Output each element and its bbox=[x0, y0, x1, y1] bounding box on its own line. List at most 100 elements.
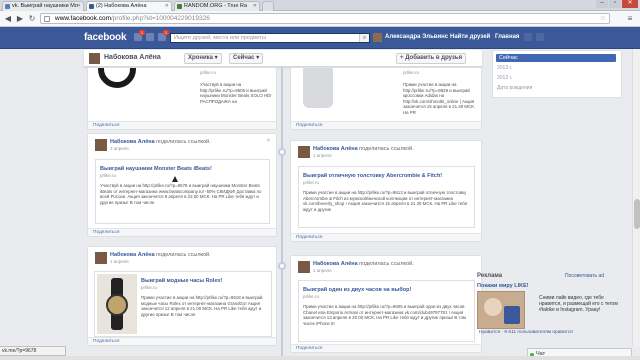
tab-label: vk. Выиграй наушники Мо bbox=[12, 3, 78, 9]
post-footer: Поделиться bbox=[88, 337, 276, 345]
privacy-icon[interactable] bbox=[524, 33, 532, 41]
close-icon[interactable]: ✕ bbox=[266, 137, 271, 144]
post-footer: Поделиться bbox=[88, 228, 276, 236]
ads-create-link[interactable]: Посоветовать ad bbox=[565, 273, 604, 279]
link-attachment[interactable]: Выиграй один из двух часов на выбор! prl… bbox=[298, 280, 475, 342]
minimize-icon[interactable]: – bbox=[596, 0, 608, 8]
post-footer: Поделиться bbox=[291, 121, 481, 129]
add-friend-icon: + bbox=[400, 55, 404, 61]
link-attachment[interactable]: Выиграй наушники Monster Beats iBeats! p… bbox=[95, 159, 270, 224]
url-host: www.facebook.com bbox=[55, 15, 111, 22]
browser-tab-random[interactable]: RANDOM.ORG - True Ra ✕ bbox=[174, 1, 260, 11]
post-author[interactable]: Набокова Алёна bbox=[313, 261, 358, 267]
timeline-year-nav: Сейчас 2013 г. 2012 г. Дата рождения bbox=[492, 50, 622, 98]
share-link[interactable]: Поделиться bbox=[93, 230, 120, 235]
avatar[interactable] bbox=[298, 261, 310, 273]
link-title[interactable]: Выиграй отличную толстовку Abercrombie &… bbox=[303, 173, 442, 179]
browser-tab-bar: vk. Выиграй наушники Мо ✕ (2) Набокова А… bbox=[0, 0, 640, 11]
timeline-sticky-header: Набокова Алёна Хроника ▾ Сейчас ▾ + Доба… bbox=[84, 50, 482, 67]
home-link[interactable]: Главная bbox=[495, 34, 519, 40]
browser-tab-facebook[interactable]: (2) Набокова Алёна ✕ bbox=[86, 1, 172, 11]
hoodie-image[interactable] bbox=[303, 68, 333, 108]
maximize-icon[interactable]: ▫ bbox=[609, 0, 621, 8]
link-description: Прими участие в акции на http://prlike.r… bbox=[403, 82, 475, 115]
ad-text: Сними лайк видео, где тебе нравится, и р… bbox=[539, 295, 618, 313]
timeline-dot bbox=[278, 262, 286, 270]
link-domain: prlike.ru bbox=[141, 285, 158, 290]
share-link[interactable]: Поделиться bbox=[296, 235, 323, 240]
reload-icon[interactable]: ↻ bbox=[27, 14, 37, 24]
close-icon[interactable]: ✕ bbox=[253, 2, 257, 11]
messages-icon[interactable] bbox=[146, 33, 154, 41]
avatar[interactable] bbox=[298, 146, 310, 158]
post-card: prlike.ru Участвуй в акции на http://prl… bbox=[87, 67, 277, 130]
ad-like-line[interactable]: Нравится · 9 611 пользователям нравится bbox=[479, 330, 573, 335]
vertical-scrollbar[interactable] bbox=[632, 49, 640, 346]
ad-title[interactable]: Покажи миру LIKE! bbox=[477, 283, 529, 289]
facebook-top-bar: facebook 1 1 Ищите друзей, места или пре… bbox=[0, 27, 640, 49]
timeline-dot bbox=[278, 148, 286, 156]
profile-name[interactable]: Набокова Алёна bbox=[104, 54, 161, 61]
link-domain: prlike.ru bbox=[403, 70, 420, 75]
add-friend-button[interactable]: + Добавить в друзья bbox=[396, 53, 467, 64]
share-link[interactable]: Поделиться bbox=[296, 123, 323, 128]
avatar[interactable] bbox=[95, 139, 107, 151]
avatar[interactable] bbox=[95, 252, 107, 264]
close-icon[interactable]: ✕ bbox=[165, 2, 169, 11]
mouse-cursor-icon bbox=[172, 176, 178, 182]
post-author[interactable]: Набокова Алёна bbox=[110, 139, 155, 145]
new-tab-button[interactable] bbox=[262, 1, 274, 11]
post-date[interactable]: 1 апреля bbox=[110, 259, 129, 264]
forward-icon[interactable]: ▶ bbox=[15, 14, 25, 24]
user-profile-link[interactable]: Александра Эльвинс bbox=[385, 34, 448, 40]
search-icon[interactable]: ⌕ bbox=[359, 34, 369, 42]
add-friend-label: Добавить в друзья bbox=[405, 55, 463, 61]
share-link[interactable]: Поделиться bbox=[93, 339, 120, 344]
horizontal-scrollbar[interactable] bbox=[0, 356, 640, 360]
post-author[interactable]: Набокова Алёна bbox=[110, 252, 155, 258]
post-date[interactable]: 3 апреля bbox=[110, 146, 129, 151]
scrollbar-thumb[interactable] bbox=[634, 199, 640, 229]
link-attachment[interactable]: Выиграй модные часы Rolex! prlike.ru При… bbox=[94, 271, 272, 337]
address-bar[interactable]: www.facebook.com/profile.php?id=10000422… bbox=[40, 13, 610, 24]
settings-icon[interactable] bbox=[536, 33, 544, 41]
chronicle-dropdown[interactable]: Хроника ▾ bbox=[184, 53, 222, 64]
post-author[interactable]: Набокова Алёна bbox=[313, 146, 358, 152]
search-placeholder: Ищите друзей, места или предметы bbox=[174, 35, 267, 41]
bookmark-star-icon[interactable]: ☆ bbox=[600, 14, 606, 24]
post-footer: Поделиться bbox=[291, 233, 481, 241]
year-nav-item[interactable]: 2013 г. bbox=[497, 65, 512, 71]
link-attachment[interactable]: Выиграй отличную толстовку Abercrombie &… bbox=[298, 166, 475, 228]
menu-icon[interactable]: ≡ bbox=[625, 14, 635, 24]
share-link[interactable]: Поделиться bbox=[296, 346, 323, 351]
back-icon[interactable]: ◀ bbox=[3, 14, 13, 24]
link-domain: prlike.ru bbox=[303, 294, 320, 299]
year-nav-now[interactable]: Сейчас bbox=[496, 54, 616, 62]
avatar[interactable] bbox=[373, 33, 382, 42]
ad-image[interactable] bbox=[477, 291, 525, 329]
chronicle-label: Хроника bbox=[188, 55, 213, 61]
close-window-icon[interactable]: ✕ bbox=[622, 0, 638, 8]
profile-thumbnail[interactable] bbox=[89, 53, 100, 64]
browser-tab-vk[interactable]: vk. Выиграй наушники Мо ✕ bbox=[2, 1, 84, 11]
now-label: Сейчас bbox=[233, 55, 255, 61]
headphones-image[interactable] bbox=[98, 68, 136, 88]
year-nav-item[interactable]: Дата рождения bbox=[497, 85, 532, 91]
share-link[interactable]: Поделиться bbox=[93, 123, 120, 128]
find-friends-link[interactable]: Найти друзей bbox=[450, 34, 490, 40]
notification-badge: 1 bbox=[163, 30, 169, 35]
now-dropdown[interactable]: Сейчас ▾ bbox=[229, 53, 264, 64]
year-nav-item[interactable]: 2012 г. bbox=[497, 75, 512, 81]
facebook-logo[interactable]: facebook bbox=[84, 32, 127, 43]
post-date[interactable]: 1 апреля bbox=[313, 268, 332, 273]
close-icon[interactable]: ✕ bbox=[77, 2, 81, 11]
watch-image[interactable] bbox=[97, 274, 137, 334]
link-title[interactable]: Выиграй один из двух часов на выбор! bbox=[303, 287, 411, 293]
post-action: поделилась ссылкой. bbox=[156, 252, 211, 258]
link-title[interactable]: Выиграй модные часы Rolex! bbox=[141, 278, 222, 284]
post-date[interactable]: 1 апреля bbox=[313, 153, 332, 158]
search-input[interactable]: Ищите друзей, места или предметы ⌕ bbox=[170, 33, 370, 43]
link-domain: prlike.ru bbox=[303, 180, 320, 185]
link-title[interactable]: Выиграй наушники Monster Beats iBeats! bbox=[100, 166, 212, 172]
link-description: Прими участие в акции на http://prlike.r… bbox=[141, 295, 263, 317]
